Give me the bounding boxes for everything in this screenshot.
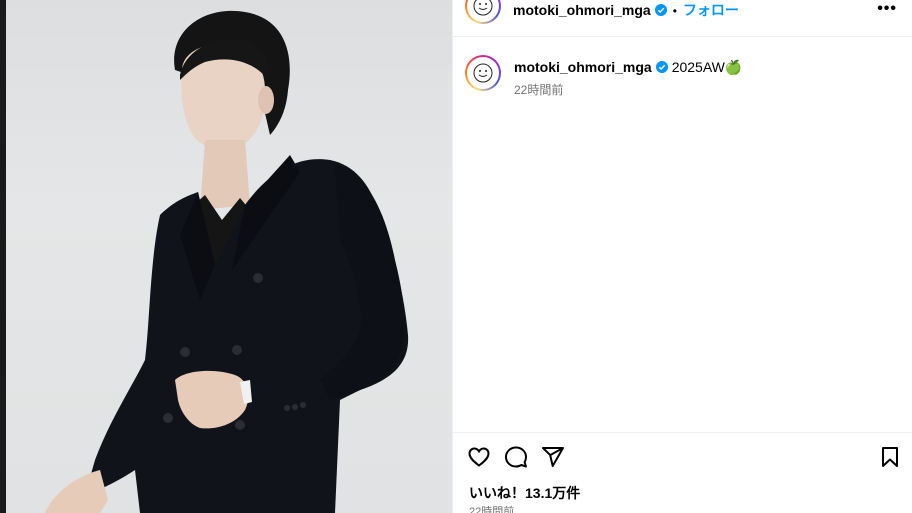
caption-text: 2025AW🍏	[671, 59, 743, 75]
post-timestamp[interactable]: 22時間前	[469, 503, 514, 513]
more-options-icon[interactable]: •••	[877, 0, 897, 18]
verified-badge-icon	[655, 61, 668, 73]
author-avatar[interactable]	[465, 0, 501, 24]
avatar-image	[467, 0, 499, 22]
separator-dot: •	[672, 4, 677, 18]
heart-icon[interactable]	[467, 445, 491, 469]
caption-line: motoki_ohmori_mga 2025AW🍏	[514, 59, 742, 76]
caption-author-avatar[interactable]	[465, 55, 501, 91]
likes-count[interactable]: いいね！13.1万件	[469, 483, 580, 503]
caption-username[interactable]: motoki_ohmori_mga	[514, 59, 652, 75]
post-photo-illustration	[45, 10, 409, 513]
avatar-face-icon	[473, 63, 493, 83]
paper-plane-icon[interactable]	[541, 445, 565, 469]
caption-timestamp[interactable]: 22時間前	[514, 81, 563, 98]
post-side-panel: motoki_ohmori_mga • フォロー ••• motoki_ohmori…	[452, 0, 912, 513]
verified-badge-icon	[654, 4, 667, 16]
post-caption: motoki_ohmori_mga 2025AW🍏 22時間前	[453, 37, 912, 432]
comment-bubble-icon[interactable]	[504, 445, 528, 469]
avatar-face-icon	[473, 0, 493, 16]
author-username[interactable]: motoki_ohmori_mga	[513, 2, 651, 18]
header-user-line: motoki_ohmori_mga • フォロー	[513, 0, 739, 20]
bookmark-icon[interactable]	[878, 445, 902, 469]
post-header: motoki_ohmori_mga • フォロー •••	[453, 0, 912, 37]
follow-button[interactable]: フォロー	[683, 2, 739, 18]
post-image[interactable]	[0, 0, 452, 513]
post-actions: いいね！13.1万件 22時間前	[453, 432, 912, 513]
avatar-image	[467, 57, 499, 89]
